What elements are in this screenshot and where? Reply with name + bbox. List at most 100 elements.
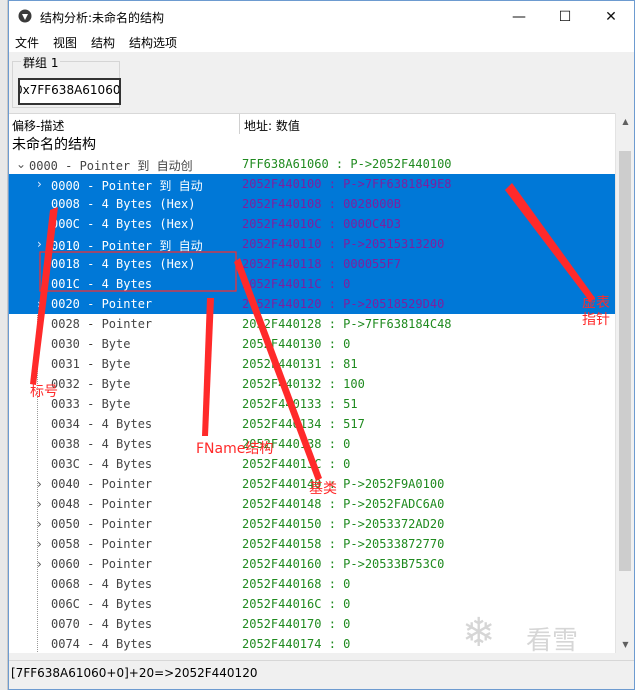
table-row[interactable]: 0018 - 4 Bytes (Hex) 2052F440118 : 000055… bbox=[9, 254, 615, 274]
expand-arrow-icon[interactable]: › bbox=[37, 557, 42, 571]
row-offset: 0028 - Pointer bbox=[51, 317, 153, 331]
table-row[interactable]: › 0020 - Pointer 2052F440120 : P->20518529… bbox=[9, 294, 615, 314]
maximize-button[interactable]: ☐ bbox=[542, 1, 588, 32]
row-offset: 0032 - Byte bbox=[51, 377, 131, 391]
row-offset: 0058 - Pointer bbox=[51, 537, 153, 551]
row-value: 2052F440100 : P->7FF6381849E8 bbox=[242, 177, 452, 191]
row-offset: 0038 - 4 Bytes bbox=[51, 437, 153, 451]
row-value: 2052F440118 : 000055F7 bbox=[242, 257, 401, 271]
row-value: 2052F440133 : 51 bbox=[242, 397, 358, 411]
row-value: 2052F44013C : 0 bbox=[242, 457, 351, 471]
group-address-value: 0x7FF638A61060 bbox=[18, 83, 121, 97]
row-offset: 0000 - Pointer 到 自动创 bbox=[29, 159, 193, 173]
window-title: 结构分析:未命名的结构 bbox=[40, 11, 165, 25]
row-value: 2052F440120 : P->20518529D40 bbox=[242, 297, 445, 311]
row-offset: 0074 - 4 Bytes bbox=[51, 637, 153, 651]
close-button[interactable]: ✕ bbox=[588, 1, 634, 32]
watermark-text: 看雪 bbox=[526, 626, 579, 656]
expand-arrow-icon[interactable]: › bbox=[37, 497, 42, 511]
scroll-up-arrow-icon[interactable]: ▲ bbox=[616, 113, 635, 130]
row-value: 2052F440158 : P->20533872770 bbox=[242, 537, 445, 551]
row-offset: 0060 - Pointer bbox=[51, 557, 153, 571]
row-offset: 0040 - Pointer bbox=[51, 477, 153, 491]
row-value: 2052F440150 : P->2053372AD20 bbox=[242, 517, 445, 531]
expand-arrow-icon[interactable]: › bbox=[37, 237, 42, 251]
minimize-button[interactable]: — bbox=[496, 1, 542, 32]
row-value: 2052F440128 : P->7FF638184C48 bbox=[242, 317, 452, 331]
row-offset: 0068 - 4 Bytes bbox=[51, 577, 153, 591]
row-offset: 0031 - Byte bbox=[51, 357, 131, 371]
table-row[interactable]: › 0000 - Pointer 到 自动 2052F440100 : P->7FF… bbox=[9, 174, 615, 194]
row-offset: 0033 - Byte bbox=[51, 397, 131, 411]
table-row[interactable]: › 0050 - Pointer 2052F440150 : P->2053372A… bbox=[9, 514, 615, 534]
minimize-icon: — bbox=[512, 8, 526, 25]
expand-arrow-icon[interactable]: › bbox=[37, 297, 42, 311]
row-value: 2052F440131 : 81 bbox=[242, 357, 358, 371]
row-value: 2052F440130 : 0 bbox=[242, 337, 351, 351]
table-row[interactable]: 0008 - 4 Bytes (Hex) 2052F440108 : 002800… bbox=[9, 194, 615, 214]
table-row[interactable]: 0032 - Byte 2052F440132 : 100 bbox=[9, 374, 615, 394]
row-offset: 000C - 4 Bytes (Hex) bbox=[51, 217, 196, 231]
menu-structure[interactable]: 结构 bbox=[91, 34, 115, 51]
column-header-value[interactable]: 地址: 数值 bbox=[241, 114, 303, 134]
row-value: 2052F440134 : 517 bbox=[242, 417, 365, 431]
row-value: 2052F440148 : P->2052FADC6A0 bbox=[242, 497, 445, 511]
table-row[interactable]: 0038 - 4 Bytes 2052F440138 : 0 bbox=[9, 434, 615, 454]
row-value: 2052F440140 : P->2052F9A0100 bbox=[242, 477, 445, 491]
table-row[interactable]: › 0028 - Pointer 2052F440128 : P->7FF63818… bbox=[9, 314, 615, 334]
row-offset: 0070 - 4 Bytes bbox=[51, 617, 153, 631]
row-offset: 0000 - Pointer 到 自动 bbox=[51, 179, 203, 193]
table-row[interactable]: 0033 - Byte 2052F440133 : 51 bbox=[9, 394, 615, 414]
column-header-offset[interactable]: 偏移-描述 bbox=[9, 114, 67, 134]
expand-arrow-icon[interactable]: › bbox=[37, 477, 42, 491]
annotation-base-class: 基类 bbox=[309, 481, 337, 497]
table-row[interactable]: › 0058 - Pointer 2052F440158 : P->20533872… bbox=[9, 534, 615, 554]
row-offset: 0048 - Pointer bbox=[51, 497, 153, 511]
expand-arrow-icon[interactable]: ⌄ bbox=[16, 157, 26, 171]
table-row[interactable]: 001C - 4 Bytes 2052F44011C : 0 bbox=[9, 274, 615, 294]
row-value: 7FF638A61060 : P->2052F440100 bbox=[242, 157, 452, 171]
table-row[interactable]: 000C - 4 Bytes (Hex) 2052F44010C : 0000C4… bbox=[9, 214, 615, 234]
snowflake-icon: ❄ bbox=[462, 610, 496, 656]
vertical-scrollbar[interactable]: ▲ ▼ bbox=[615, 113, 634, 653]
row-value: 2052F440174 : 0 bbox=[242, 637, 351, 651]
table-row[interactable]: › 0010 - Pointer 到 自动 2052F440110 : P->205… bbox=[9, 234, 615, 254]
row-value: 2052F440110 : P->20515313200 bbox=[242, 237, 445, 251]
row-value: 2052F440160 : P->20533B753C0 bbox=[242, 557, 445, 571]
group-address-field[interactable]: 0x7FF638A61060 bbox=[18, 78, 121, 105]
table-row[interactable]: 0068 - 4 Bytes 2052F440168 : 0 bbox=[9, 574, 615, 594]
structure-dissect-window: 结构分析:未命名的结构 — ☐ ✕ 文件 视图 结构 结构选项 群组 1 0x7… bbox=[8, 0, 635, 690]
title-bar: 结构分析:未命名的结构 — ☐ ✕ bbox=[9, 1, 634, 32]
row-offset: 001C - 4 Bytes bbox=[51, 277, 153, 291]
table-row[interactable]: 0031 - Byte 2052F440131 : 81 bbox=[9, 354, 615, 374]
scrollbar-thumb[interactable] bbox=[619, 151, 631, 571]
row-offset: 0050 - Pointer bbox=[51, 517, 153, 531]
annotation-label: 标号 bbox=[30, 384, 58, 400]
root-row[interactable]: ⌄ 0000 - Pointer 到 自动创 7FF638A61060 : P-… bbox=[9, 154, 615, 174]
row-offset: 006C - 4 Bytes bbox=[51, 597, 153, 611]
row-value: 2052F44011C : 0 bbox=[242, 277, 351, 291]
menu-view[interactable]: 视图 bbox=[53, 34, 77, 51]
column-divider[interactable] bbox=[239, 114, 240, 134]
row-value: 2052F440108 : 0028000B bbox=[242, 197, 401, 211]
row-value: 2052F440170 : 0 bbox=[242, 617, 351, 631]
expand-arrow-icon[interactable]: › bbox=[37, 537, 42, 551]
row-offset: 0008 - 4 Bytes (Hex) bbox=[51, 197, 196, 211]
cheat-engine-icon bbox=[18, 9, 32, 23]
maximize-icon: ☐ bbox=[558, 8, 572, 25]
row-offset: 0030 - Byte bbox=[51, 337, 131, 351]
expand-arrow-icon[interactable]: › bbox=[37, 177, 42, 191]
menu-file[interactable]: 文件 bbox=[15, 34, 39, 51]
group-label: 群组 1 bbox=[21, 54, 61, 71]
expand-arrow-icon[interactable]: › bbox=[37, 517, 42, 531]
menu-structure-options[interactable]: 结构选项 bbox=[129, 34, 177, 51]
table-row[interactable]: › 0060 - Pointer 2052F440160 : P->20533B75… bbox=[9, 554, 615, 574]
kanxue-watermark: ❄ 看雪 bbox=[462, 610, 622, 668]
table-row[interactable]: 0030 - Byte 2052F440130 : 0 bbox=[9, 334, 615, 354]
expand-arrow-icon[interactable]: › bbox=[37, 317, 42, 331]
table-row[interactable]: 003C - 4 Bytes 2052F44013C : 0 bbox=[9, 454, 615, 474]
row-offset: 0010 - Pointer 到 自动 bbox=[51, 239, 203, 253]
menu-bar: 文件 视图 结构 结构选项 bbox=[9, 32, 634, 52]
structure-tree[interactable]: 偏移-描述 地址: 数值 未命名的结构 ⌄ 0000 - Pointer 到 自… bbox=[9, 113, 615, 653]
table-row[interactable]: 0034 - 4 Bytes 2052F440134 : 517 bbox=[9, 414, 615, 434]
